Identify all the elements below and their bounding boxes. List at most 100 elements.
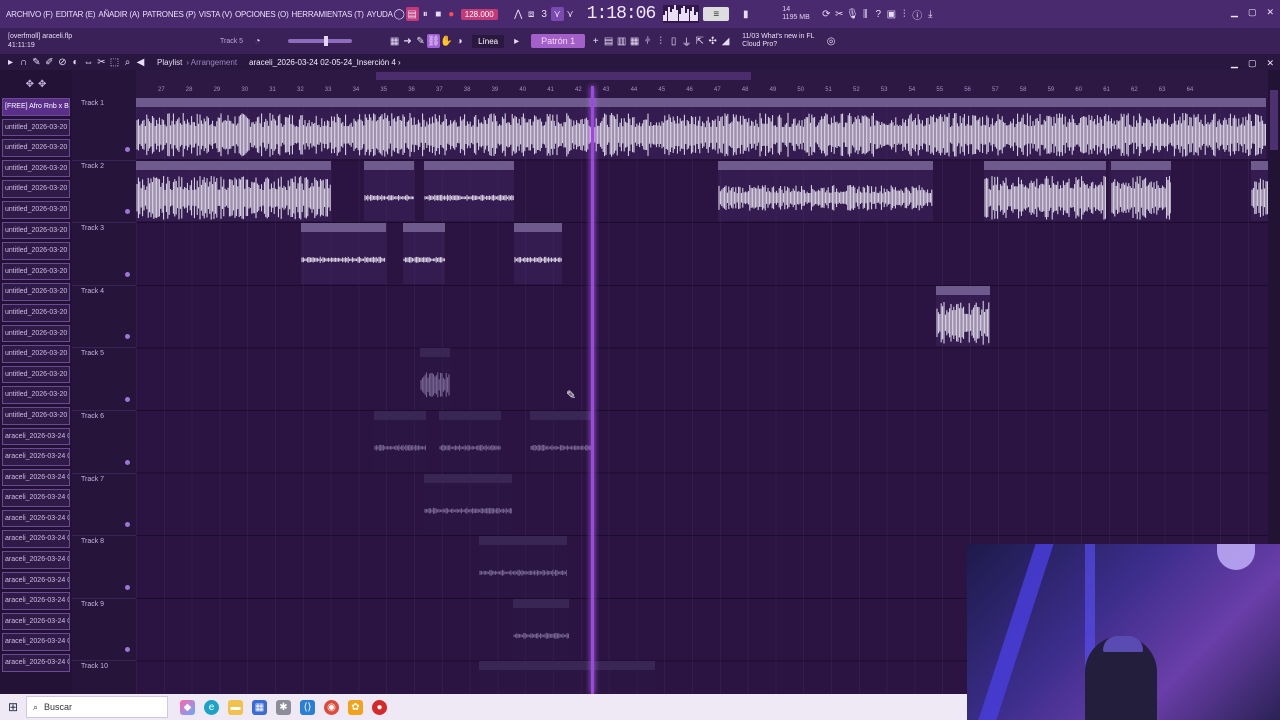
plug-icon[interactable]: ⏚ xyxy=(680,34,693,49)
snap-mode-select[interactable]: Línea xyxy=(472,34,505,48)
audio-clip[interactable] xyxy=(530,411,592,472)
menu-item[interactable]: VISTA (V) xyxy=(199,10,232,19)
track-mute-dot[interactable] xyxy=(125,396,130,402)
track-header[interactable]: Track 9 xyxy=(72,599,136,662)
mic-icon[interactable]: 🎙 xyxy=(846,7,859,21)
slider-handle[interactable] xyxy=(324,36,329,46)
picker-item[interactable]: untitled_2026-03-20 03: xyxy=(2,345,70,363)
picker-item[interactable]: untitled_2026-03-20 03: xyxy=(2,262,70,281)
track-mute-dot[interactable] xyxy=(125,522,130,528)
menu-item[interactable]: AYUDA xyxy=(367,10,393,19)
save-icon[interactable]: ▣ xyxy=(885,7,898,21)
recording-icon[interactable]: ● xyxy=(372,699,387,715)
menu-item[interactable]: OPCIONES (O) xyxy=(235,10,289,19)
minimize-icon[interactable]: ▁ xyxy=(1231,7,1238,18)
stop-icon[interactable]: ■ xyxy=(432,7,445,21)
link-icon[interactable]: ✣ xyxy=(706,34,719,48)
menu-item[interactable]: PATRONES (P) xyxy=(142,10,196,19)
paint-icon[interactable]: ✐ xyxy=(43,55,56,69)
fl-studio-icon[interactable]: ✿ xyxy=(348,699,363,715)
cut-icon[interactable]: ✂ xyxy=(833,7,846,21)
track-mute-dot[interactable] xyxy=(125,334,130,340)
mixer-icon[interactable]: ⫼ xyxy=(859,7,872,21)
audio-clip[interactable]: untitled_2026-03-20 01-21-02_Inserción 4 xyxy=(984,160,1106,222)
picker-item[interactable]: untitled_2026-03-20 03: xyxy=(2,221,70,240)
download-icon[interactable]: ⤓ xyxy=(924,7,937,21)
store-icon[interactable]: ▦ xyxy=(252,699,267,715)
master-pitch-slider[interactable] xyxy=(288,36,353,46)
track-mute-dot[interactable] xyxy=(125,209,130,215)
zoom-icon[interactable]: ⌕ xyxy=(121,55,134,69)
knob-icon[interactable]: ◔ xyxy=(251,34,264,48)
cloud-icon[interactable]: ◎ xyxy=(825,34,838,48)
picker-item[interactable]: untitled_2026-03-20 03: xyxy=(2,406,70,425)
picker-item[interactable]: araceli_2026-03-24 02:0 xyxy=(2,612,70,631)
snap-icon[interactable]: ◑ xyxy=(453,34,466,48)
volume-icon[interactable]: ▮ xyxy=(739,7,752,21)
audio-clip[interactable]: araceli_2026-0...-18_Inserción 4 xyxy=(424,473,512,535)
track-header[interactable]: Track 1 xyxy=(72,98,136,161)
track-mute-dot[interactable] xyxy=(125,584,130,590)
menu-item[interactable]: EDITAR (E) xyxy=(56,10,96,19)
edge-icon[interactable]: e xyxy=(204,699,219,715)
picker-item[interactable]: untitled_2026-03-20 03: xyxy=(2,180,70,198)
picker-item[interactable]: untitled_2026-03-20 03: xyxy=(2,386,70,404)
timeline-ruler[interactable]: 27 28 29 30 31 32 33 34 35 36 37 38 39 40 41 42 43 44 45 46… xyxy=(136,70,1268,98)
track-header[interactable]: Track 5 xyxy=(72,348,136,411)
track-mute-dot[interactable] xyxy=(125,647,130,653)
picker-item[interactable]: untitled_2026-03-20 03: xyxy=(2,200,70,219)
audio-clip[interactable]: araceli_2026-0...-44_Inserción 4 xyxy=(479,536,567,597)
audio-clip[interactable]: araceli_2026-0...-30_Inserción 4 xyxy=(424,160,514,222)
audio-clip[interactable]: untitled_...erción 4 xyxy=(1111,160,1171,222)
picker-item[interactable]: untitled_2026-03-20 03: xyxy=(2,303,70,322)
track-mute-dot[interactable] xyxy=(125,146,130,152)
channel-rack-icon[interactable]: ⫶ xyxy=(898,7,911,21)
audio-clip[interactable]: untitled_2026-03-20 01-04-42_Inserción 4 xyxy=(136,160,331,222)
picker-item[interactable]: untitled_2026-03-20 03: xyxy=(2,324,70,343)
mute-icon[interactable]: ◐ xyxy=(69,55,82,69)
speaker-icon[interactable]: ◀ xyxy=(134,55,147,69)
refresh-icon[interactable]: ⟳ xyxy=(820,7,833,21)
pencil-icon[interactable]: ✎ xyxy=(414,34,427,48)
audio-clip[interactable]: untitled_2026-03-20 01-13-22_Inserción 4 xyxy=(718,160,933,222)
pattern-mode-icon[interactable]: ▤ xyxy=(405,7,419,21)
loop-record-icon[interactable]: ⋎ xyxy=(564,7,577,21)
track-mute-dot[interactable] xyxy=(125,271,130,277)
audio-clip[interactable]: araceli_2...serción 4 xyxy=(513,598,569,660)
audio-clip[interactable]: araceli_2026-03-24 02-05-35_Inserción 4 xyxy=(479,661,655,694)
blend-icon[interactable]: ⋎ xyxy=(550,7,564,21)
audio-clip[interactable]: arac...n 4 xyxy=(420,348,450,409)
move-icon[interactable]: ✥ xyxy=(26,79,34,90)
playhead[interactable] xyxy=(591,86,594,694)
menu-item[interactable]: ARCHIVO (F) xyxy=(6,10,53,19)
track-header[interactable]: Track 7 xyxy=(72,474,136,537)
picker-item[interactable]: untitled_2026-03-20 03: xyxy=(2,159,70,178)
slip-icon[interactable]: ⇔ xyxy=(82,55,95,69)
audio-clip[interactable]: araceli...rción 4 xyxy=(403,223,445,284)
menu-item[interactable]: AÑADIR (A) xyxy=(98,10,139,19)
playlist-close-icon[interactable]: ✕ xyxy=(1266,58,1274,69)
browser-icon[interactable]: ▤ xyxy=(602,34,615,48)
taskbar-search[interactable]: ⌕ Buscar xyxy=(26,696,168,718)
scroll-thumb[interactable] xyxy=(1270,90,1278,150)
windows-start-icon[interactable]: ⊞ xyxy=(0,700,26,714)
maximize-icon[interactable]: ▢ xyxy=(1248,7,1257,18)
picker-item[interactable]: araceli_2026-03-24 01:5 xyxy=(2,509,70,528)
audio-clip[interactable]: araceli_20...Inserción 4 xyxy=(439,411,501,472)
audio-clip[interactable]: [FREE] Afro Rnb x Brazilian Funk type be… xyxy=(136,98,1266,159)
chrome-icon[interactable]: ◉ xyxy=(324,699,339,715)
audio-clip[interactable]: araceli_..erción 4 xyxy=(364,160,414,222)
draw-icon[interactable]: ✎ xyxy=(30,55,43,69)
tempo-display[interactable]: 128.000 xyxy=(460,8,498,20)
step-seq-icon[interactable]: ▥ xyxy=(615,34,628,48)
audio-clip[interactable]: araceli...rción 4 xyxy=(514,223,562,284)
picker-item[interactable]: araceli_2026-03-24 02:0 xyxy=(2,654,70,672)
arrangement-label[interactable]: › Arrangement xyxy=(186,58,237,67)
arrow-icon[interactable]: ➜ xyxy=(401,34,414,48)
picker-item[interactable]: araceli_2026-03-24 02:0 xyxy=(2,592,70,610)
record-mode-icon[interactable]: ◯ xyxy=(393,7,406,21)
playlist-minimize-icon[interactable]: ▁ xyxy=(1231,58,1238,69)
help-icon[interactable]: ? xyxy=(872,7,885,21)
pause-icon[interactable]: ⏸ xyxy=(419,7,432,21)
picker-item[interactable]: untitled_2026-03-20 03: xyxy=(2,139,70,157)
